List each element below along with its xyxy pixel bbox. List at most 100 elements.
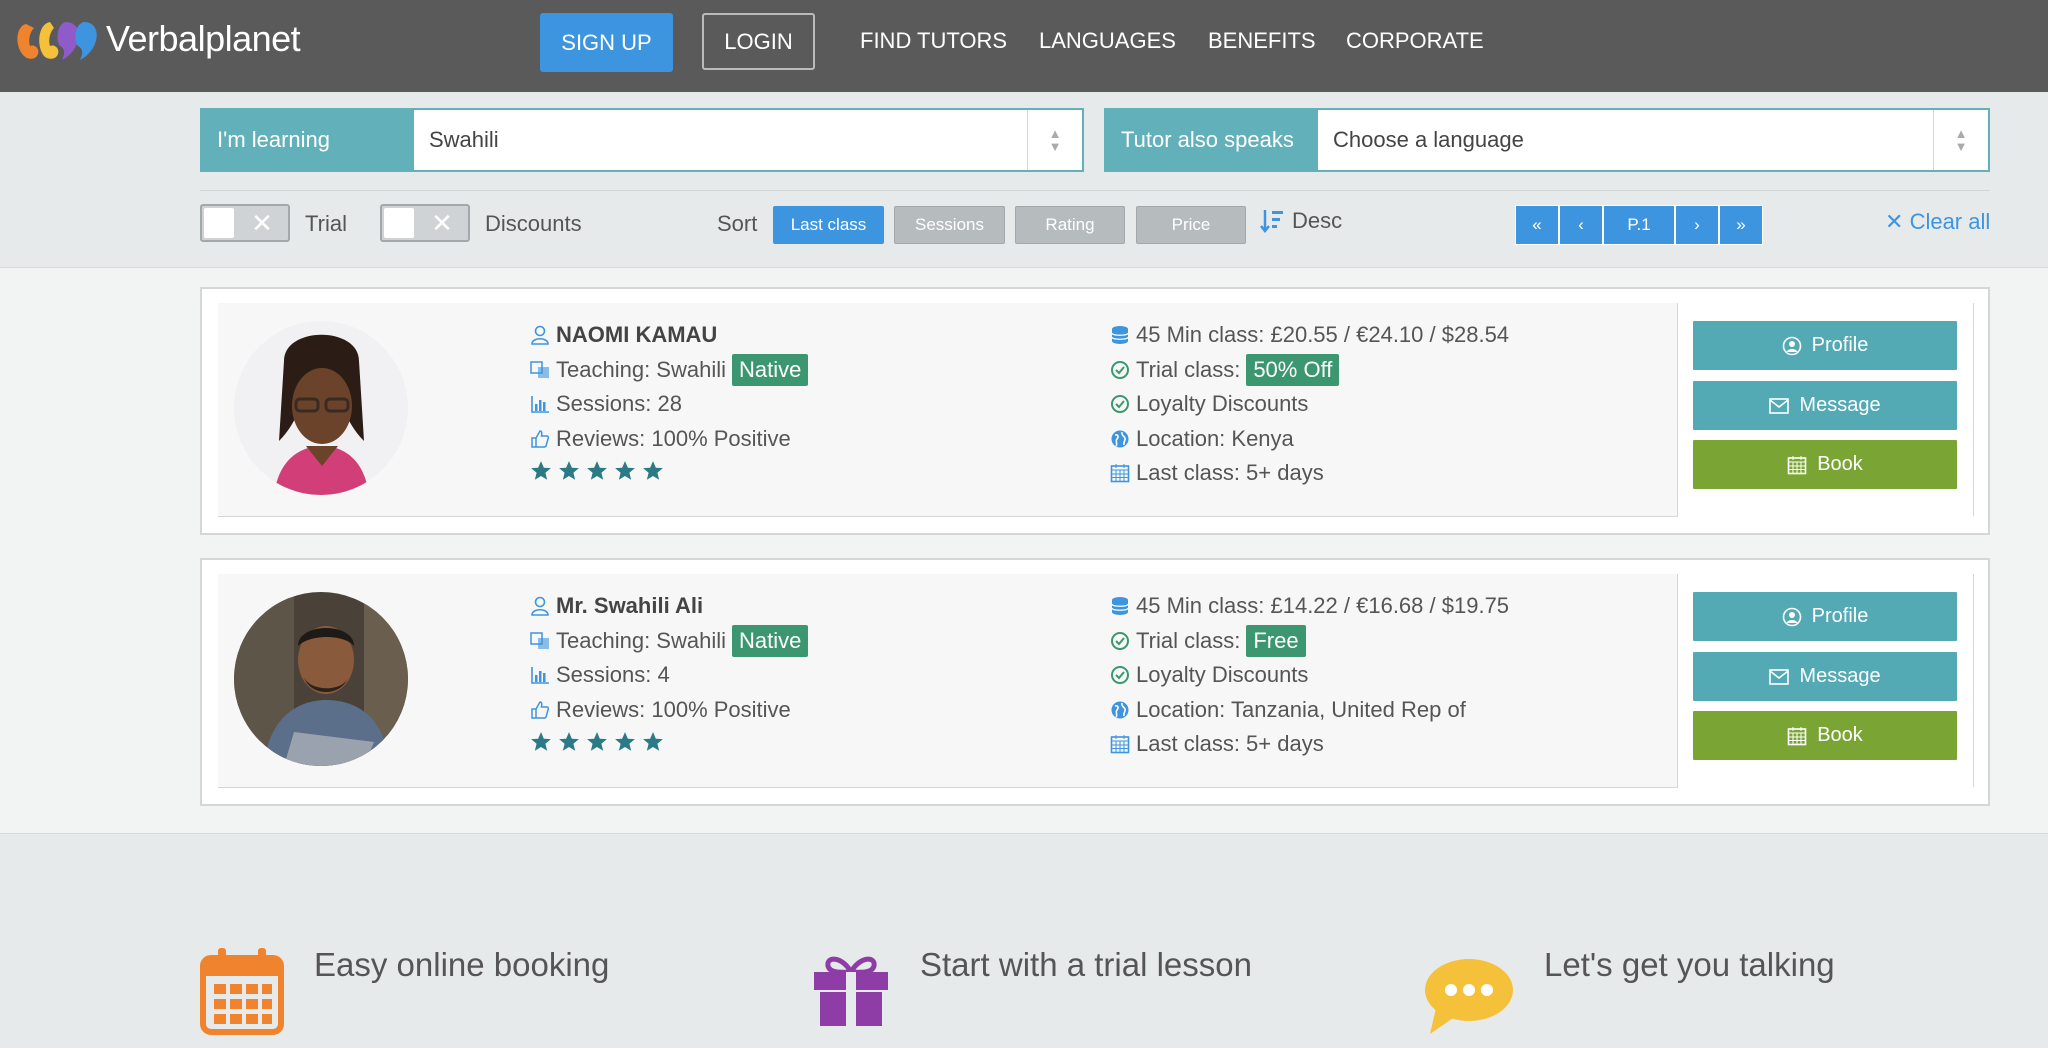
coins-icon (1111, 597, 1129, 616)
user-circle-icon (1782, 607, 1801, 626)
star-rating (530, 731, 808, 753)
tutor-details: 45 Min class: £20.55 / €24.10 / $28.54 T… (1110, 318, 1509, 491)
current-page[interactable]: P.1 (1603, 205, 1675, 245)
gift-icon (814, 956, 888, 1026)
native-badge: Native (731, 353, 809, 386)
close-icon: ✕ (1885, 209, 1904, 234)
prev-page-icon[interactable]: ‹ (1559, 205, 1603, 245)
tutor-info: Mr. Swahili Ali Teaching: Swahili Native… (530, 589, 809, 753)
calendar-icon (1787, 455, 1807, 474)
price-text: 45 Min class: £14.22 / €16.68 / $19.75 (1136, 593, 1510, 618)
loyalty-text: Loyalty Discounts (1136, 391, 1309, 416)
star-icon (559, 732, 579, 751)
globe-icon (1111, 430, 1129, 448)
logo-text: Verbalplanet (106, 18, 301, 59)
star-icon (531, 461, 551, 480)
learning-label: I'm learning (202, 110, 414, 170)
select-arrows-icon[interactable]: ▲ ▼ (1933, 110, 1988, 170)
coins-icon (1111, 326, 1129, 345)
sessions-text: Sessions: 28 (556, 391, 682, 416)
profile-button[interactable]: Profile (1693, 592, 1957, 641)
sort-price-button[interactable]: Price (1136, 206, 1246, 244)
logo[interactable]: Verbalplanet (14, 16, 301, 62)
star-icon (559, 461, 579, 480)
calendar-icon (1787, 726, 1807, 745)
sort-label: Sort (717, 211, 758, 236)
feature-talking-title: Let's get you talking (1544, 946, 1835, 983)
learning-language-select[interactable]: I'm learning Swahili ▲ ▼ (200, 108, 1084, 172)
tutor-card: NAOMI KAMAU Teaching: Swahili Native Ses… (200, 287, 1990, 535)
message-label: Message (1799, 665, 1881, 687)
tutor-name[interactable]: Mr. Swahili Ali (556, 589, 703, 624)
book-button[interactable]: Book (1693, 711, 1957, 760)
signup-button[interactable]: SIGN UP (540, 13, 673, 72)
logo-mark-icon (17, 22, 97, 60)
top-navbar: Verbalplanet SIGN UP LOGIN FIND TUTORS L… (0, 0, 2048, 92)
discounts-toggle[interactable]: ✕ (380, 204, 470, 242)
sort-order-toggle[interactable]: Desc (1260, 208, 1342, 234)
trial-label: Trial (305, 211, 347, 236)
star-icon (615, 732, 635, 751)
avatar[interactable] (234, 321, 408, 495)
thumbs-up-icon (531, 700, 550, 719)
calendar-icon (1110, 464, 1130, 483)
bar-chart-icon (531, 667, 549, 685)
trial-class-label: Trial class: (1136, 627, 1241, 653)
pagination: « ‹ P.1 › » (1515, 205, 1763, 245)
check-circle-icon (1111, 360, 1129, 379)
next-page-icon[interactable]: › (1675, 205, 1719, 245)
trial-toggle[interactable]: ✕ (200, 204, 290, 242)
toggle-knob (384, 208, 414, 238)
translate-icon (530, 361, 549, 378)
message-button[interactable]: Message (1693, 381, 1957, 430)
check-circle-icon (1111, 395, 1129, 414)
feature-booking-title: Easy online booking (314, 946, 610, 983)
last-class-text: Last class: 5+ days (1136, 731, 1324, 756)
login-button[interactable]: LOGIN (702, 13, 815, 70)
close-icon: ✕ (431, 207, 453, 238)
profile-button[interactable]: Profile (1693, 321, 1957, 370)
tutor-speaks-select[interactable]: Tutor also speaks Choose a language ▲ ▼ (1104, 108, 1990, 172)
sort-last-class-button[interactable]: Last class (773, 206, 884, 244)
loyalty-text: Loyalty Discounts (1136, 662, 1309, 687)
tutor-name[interactable]: NAOMI KAMAU (556, 318, 717, 353)
nav-find-tutors[interactable]: FIND TUTORS (860, 28, 1007, 54)
reviews-text: Reviews: 100% Positive (556, 425, 791, 451)
location-text: Location: Kenya (1136, 425, 1294, 451)
trial-badge: Free (1246, 624, 1306, 657)
divider (200, 190, 1990, 191)
nav-languages[interactable]: LANGUAGES (1039, 28, 1176, 54)
clear-all-link[interactable]: ✕ Clear all (1885, 209, 1990, 235)
sort-rating-button[interactable]: Rating (1015, 206, 1125, 244)
speaks-value[interactable]: Choose a language (1318, 110, 1933, 170)
check-circle-icon (1111, 631, 1129, 650)
globe-icon (1111, 701, 1129, 719)
book-button[interactable]: Book (1693, 440, 1957, 489)
star-icon (643, 461, 663, 480)
native-badge: Native (731, 624, 809, 657)
last-page-icon[interactable]: » (1719, 205, 1763, 245)
message-button[interactable]: Message (1693, 652, 1957, 701)
learning-value[interactable]: Swahili (414, 110, 1027, 170)
discounts-label: Discounts (485, 211, 582, 236)
chat-bubble-icon (1425, 959, 1513, 1034)
nav-benefits[interactable]: BENEFITS (1208, 28, 1316, 54)
first-page-icon[interactable]: « (1515, 205, 1559, 245)
avatar[interactable] (234, 592, 408, 766)
user-icon (531, 325, 549, 346)
thumbs-up-icon (531, 429, 550, 448)
sort-order-label: Desc (1292, 208, 1343, 233)
clear-all-label: Clear all (1909, 209, 1991, 234)
star-icon (615, 461, 635, 480)
tutor-info: NAOMI KAMAU Teaching: Swahili Native Ses… (530, 318, 809, 482)
sort-sessions-button[interactable]: Sessions (894, 206, 1005, 244)
reviews-text: Reviews: 100% Positive (556, 696, 791, 722)
bar-chart-icon (531, 396, 549, 414)
nav-corporate[interactable]: CORPORATE (1346, 28, 1484, 54)
calendar-icon (1110, 735, 1130, 754)
select-arrows-icon[interactable]: ▲ ▼ (1027, 110, 1082, 170)
toggle-knob (204, 208, 234, 238)
book-label: Book (1817, 453, 1863, 475)
feature-trial-title: Start with a trial lesson (920, 946, 1252, 983)
location-text: Location: Tanzania, United Rep of (1136, 696, 1466, 722)
